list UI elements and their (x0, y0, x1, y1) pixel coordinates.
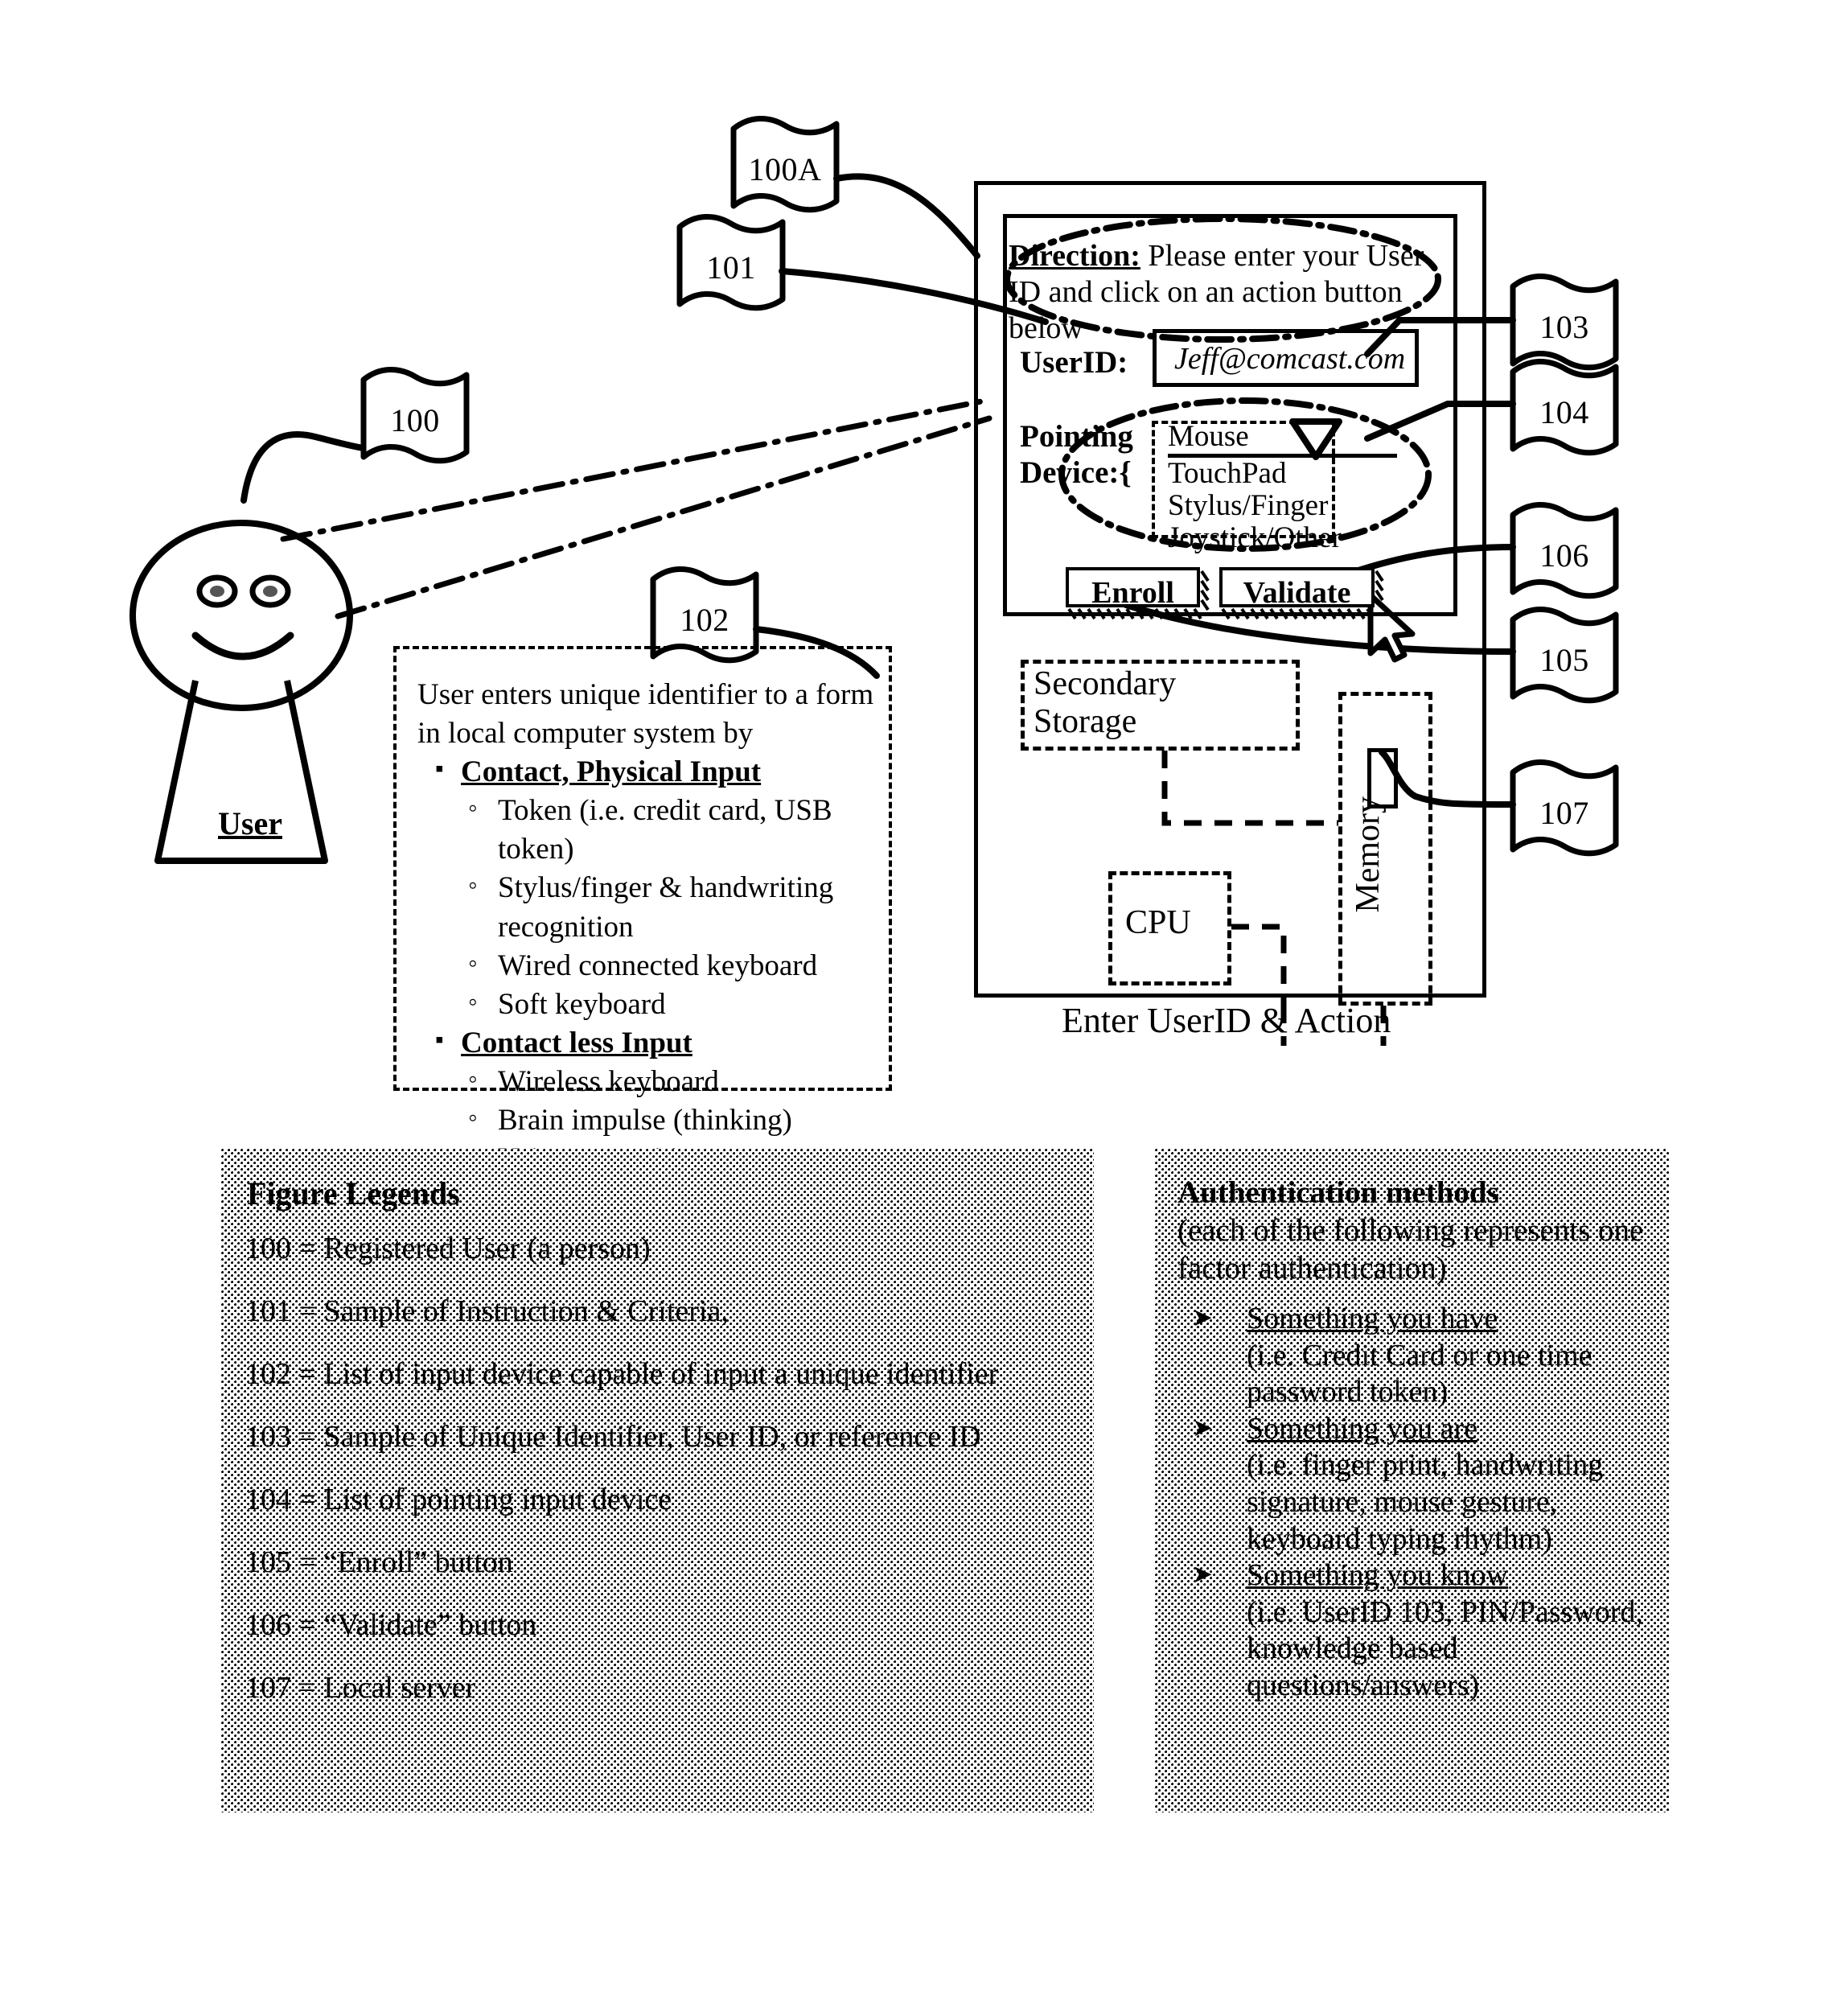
secondary-storage-line2: Storage (1034, 703, 1137, 741)
authentication-methods-subtitle: (each of the following represents one fa… (1177, 1212, 1644, 1286)
figure-legends-list: 100 = Registered User (a person) 101 = S… (245, 1231, 1082, 1733)
secondary-storage-line1: Secondary (1034, 665, 1177, 702)
auth-heading-know: Something you know (1247, 1558, 1509, 1593)
input-item-wired-keyboard: Wired connected keyboard (417, 947, 884, 985)
userid-input-value[interactable]: Jeff@comcast.com (1174, 341, 1405, 376)
flag-label-101: 101 (706, 249, 756, 286)
auth-heading-have: Something you have (1247, 1302, 1498, 1335)
figure-legends-title: Figure Legends (247, 1175, 460, 1212)
input-item-token: Token (i.e. credit card, USB token) (417, 792, 884, 869)
enroll-button[interactable]: Enroll (1066, 567, 1200, 610)
secondary-storage-label: Secondary Storage (1034, 665, 1176, 741)
authentication-methods-heading: Authentication methods (each of the foll… (1177, 1175, 1660, 1287)
input-item-wireless-keyboard: Wireless keyboard (417, 1063, 884, 1101)
auth-item-something-you-have: Something you have (i.e. Credit Card or … (1177, 1301, 1660, 1411)
flag-label-106: 106 (1539, 537, 1589, 574)
input-group-heading-contactless: Contact less Input (417, 1024, 884, 1063)
legend-entry-101: 101 = Sample of Instruction & Criteria, (245, 1294, 729, 1328)
legend-entry-100: 100 = Registered User (a person) (245, 1232, 651, 1265)
input-device-intro: User enters unique identifier to a form … (417, 678, 874, 751)
patent-figure: 100 100A 101 102 103 104 106 105 107 Dir… (0, 0, 1837, 2016)
flag-label-102: 102 (680, 602, 729, 638)
legend-entry-106: 106 = “Validate” button (245, 1608, 537, 1642)
input-device-list: User enters unique identifier to a form … (417, 676, 884, 1217)
pointing-device-label-line1: Pointing (1020, 419, 1133, 454)
pointing-option-joystick-other[interactable]: Joystick/Other (1168, 521, 1397, 554)
legend-entry-102: 102 = List of input device capable of in… (245, 1357, 999, 1391)
legend-entry-103: 103 = Sample of Unique Identifier, User … (245, 1420, 981, 1454)
authentication-methods-list: Something you have (i.e. Credit Card or … (1177, 1301, 1660, 1705)
input-item-soft-keyboard: Soft keyboard (417, 985, 884, 1024)
figure-caption: Enter UserID & Action (1062, 1001, 1391, 1040)
legend-entry-104: 104 = List of pointing input device (245, 1483, 672, 1516)
cpu-label: CPU (1125, 904, 1191, 941)
pointing-device-label-line2: Device: (1020, 455, 1120, 490)
validate-button-label: Validate (1243, 576, 1351, 610)
direction-label: Direction: (1009, 239, 1140, 273)
legend-entry-107: 107 = Local server (245, 1671, 476, 1705)
pointing-option-mouse[interactable]: Mouse (1168, 421, 1397, 458)
auth-item-something-you-are: Something you are (i.e. finger print, ha… (1177, 1411, 1660, 1557)
auth-item-something-you-know: Something you know (i.e. UserID 103, PIN… (1177, 1557, 1660, 1704)
flag-label-100a: 100A (748, 151, 822, 187)
input-device-groups: Contact, Physical Input Token (i.e. cred… (417, 753, 884, 1217)
userid-label: UserID: (1020, 345, 1128, 380)
flag-label-104: 104 (1539, 394, 1589, 430)
auth-detail-know: (i.e. UserID 103, PIN/Password, knowledg… (1247, 1594, 1643, 1702)
user-figure-label: User (218, 805, 282, 841)
legend-entry-105: 105 = “Enroll” button (245, 1545, 513, 1579)
input-item-brain-impulse: Brain impulse (thinking) (417, 1101, 884, 1140)
auth-heading-are: Something you are (1247, 1411, 1478, 1446)
flag-label-107: 107 (1539, 795, 1589, 831)
validate-button[interactable]: Validate (1219, 567, 1375, 610)
input-item-stylus-finger: Stylus/finger & handwriting recognition (417, 869, 884, 946)
local-server-chip (1367, 748, 1398, 808)
auth-detail-are: (i.e. finger print, handwriting signatur… (1247, 1448, 1604, 1556)
pointing-device-label: Pointing Device:{ (1020, 419, 1133, 490)
flag-label-103: 103 (1539, 309, 1589, 345)
memory-label: Memory (1350, 796, 1387, 913)
auth-detail-have: (i.e. Credit Card or one time password t… (1247, 1338, 1592, 1409)
pointing-option-stylus-finger[interactable]: Stylus/Finger (1168, 489, 1397, 522)
pointing-device-options[interactable]: Mouse TouchPad Stylus/Finger Joystick/Ot… (1168, 421, 1397, 554)
input-group-heading-contact-physical: Contact, Physical Input (417, 753, 884, 792)
user-figure (129, 431, 367, 864)
pointing-option-touchpad[interactable]: TouchPad (1168, 457, 1397, 490)
flag-label-100: 100 (390, 402, 440, 438)
enroll-button-label: Enroll (1091, 576, 1174, 610)
flag-label-105: 105 (1539, 642, 1589, 678)
authentication-methods-title: Authentication methods (1177, 1175, 1499, 1210)
